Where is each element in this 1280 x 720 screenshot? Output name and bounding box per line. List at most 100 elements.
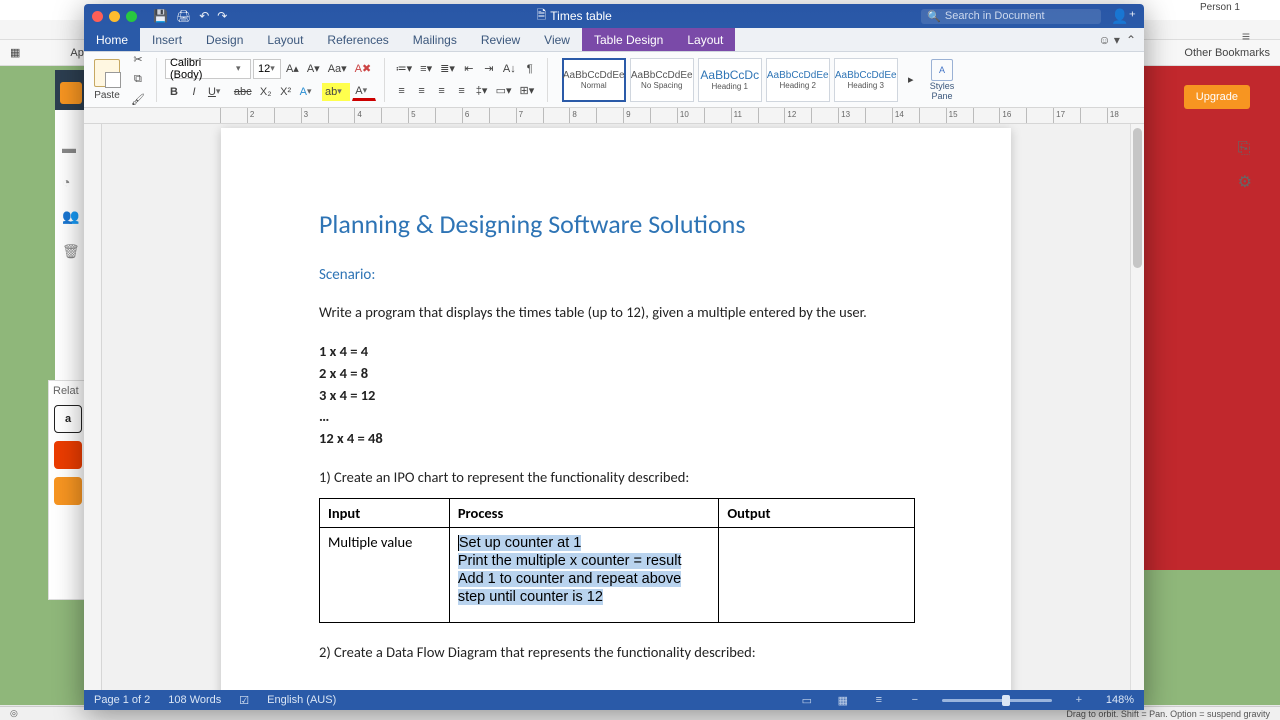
tab-layout[interactable]: Layout	[255, 28, 315, 51]
bold-icon[interactable]: B	[165, 83, 183, 101]
zoom-level[interactable]: 148%	[1106, 694, 1134, 706]
decrease-indent-icon[interactable]: ⇤	[460, 60, 478, 78]
tab-view[interactable]: View	[532, 28, 582, 51]
shrink-font-icon[interactable]: A▾	[304, 60, 323, 78]
align-left-icon[interactable]: ≡	[393, 82, 411, 100]
justify-icon[interactable]: ≡	[453, 82, 471, 100]
question-1: 1) Create an IPO chart to represent the …	[319, 468, 913, 486]
window-close[interactable]	[92, 11, 103, 22]
italic-icon[interactable]: I	[185, 83, 203, 101]
sidebar-people-icon[interactable]: 👥	[62, 208, 80, 225]
sidebar-block-icon[interactable]: ▬	[62, 140, 80, 156]
vertical-scrollbar[interactable]	[1130, 124, 1144, 690]
window-zoom[interactable]	[126, 11, 137, 22]
search-box[interactable]: 🔍 Search in Document	[921, 9, 1101, 24]
qat-redo-icon[interactable]: ↷	[217, 9, 227, 23]
increase-indent-icon[interactable]: ⇥	[480, 60, 498, 78]
panel-expand-icon[interactable]: ⎘	[1238, 140, 1252, 158]
style-heading-1[interactable]: AaBbCcDcHeading 1	[698, 58, 762, 102]
zoom-slider[interactable]	[942, 699, 1052, 702]
format-painter-icon[interactable]: 🖌	[128, 91, 148, 109]
ruler-mark	[973, 108, 1000, 123]
qat-print-icon[interactable]: 🖨	[176, 9, 191, 23]
style-heading-3[interactable]: AaBbCcDdEeHeading 3	[834, 58, 898, 102]
tab-review[interactable]: Review	[469, 28, 532, 51]
font-color-icon[interactable]: A▾	[352, 83, 375, 101]
highlight-icon[interactable]: ab▾	[322, 83, 350, 101]
sidebar-clock-icon[interactable]: ◔	[62, 174, 80, 190]
panel-settings-icon[interactable]: ⚙	[1238, 172, 1252, 192]
zoom-in-icon[interactable]: +	[1070, 693, 1088, 707]
underline-icon[interactable]: U▾	[205, 83, 229, 101]
upgrade-button[interactable]: Upgrade	[1184, 85, 1250, 109]
subscript-icon[interactable]: X₂	[257, 83, 275, 101]
tab-mailings[interactable]: Mailings	[401, 28, 469, 51]
bookmarks-apps-icon[interactable]: ▦	[10, 46, 20, 59]
cell-output[interactable]	[719, 527, 915, 622]
numbering-icon[interactable]: ≡▾	[417, 60, 435, 78]
font-name-select[interactable]: Calibri (Body)▾	[165, 59, 251, 79]
cell-process[interactable]: Set up counter at 1 Print the multiple x…	[449, 527, 718, 622]
cut-icon[interactable]: ✂	[128, 51, 148, 69]
account-icon[interactable]: ☺ ▾	[1098, 33, 1120, 47]
status-spellcheck-icon[interactable]: ☑	[239, 694, 249, 707]
collapse-ribbon-icon[interactable]: ⌃	[1126, 33, 1136, 47]
tab-insert[interactable]: Insert	[140, 28, 194, 51]
bookmark-ap[interactable]: Ap	[70, 47, 83, 59]
other-bookmarks[interactable]: Other Bookmarks	[1184, 47, 1270, 59]
strikethrough-icon[interactable]: abc	[231, 83, 255, 101]
status-bar: Page 1 of 2 108 Words ☑ English (AUS) ▭ …	[84, 690, 1144, 710]
tab-references[interactable]: References	[315, 28, 400, 51]
share-icon[interactable]: 👤⁺	[1111, 8, 1136, 25]
tab-design[interactable]: Design	[194, 28, 255, 51]
copy-icon[interactable]: ⧉	[128, 71, 148, 89]
vertical-ruler[interactable]	[84, 124, 102, 690]
cell-input[interactable]: Multiple value	[320, 527, 450, 622]
status-words[interactable]: 108 Words	[168, 694, 221, 706]
change-case-icon[interactable]: Aa▾	[325, 60, 350, 78]
browser-profile[interactable]: Person 1	[1200, 2, 1240, 13]
multilevel-icon[interactable]: ≣▾	[437, 60, 458, 78]
style-heading-2[interactable]: AaBbCcDdEeHeading 2	[766, 58, 830, 102]
align-right-icon[interactable]: ≡	[433, 82, 451, 100]
th-input: Input	[320, 498, 450, 527]
scrollbar-thumb[interactable]	[1133, 128, 1142, 268]
paste-icon[interactable]	[94, 59, 120, 87]
tab-home[interactable]: Home	[84, 28, 140, 51]
view-focus-icon[interactable]: ▭	[798, 693, 816, 707]
show-marks-icon[interactable]: ¶	[521, 60, 539, 78]
aws-icon[interactable]	[54, 477, 82, 505]
line-spacing-icon[interactable]: ‡▾	[473, 82, 491, 100]
text-effects-icon[interactable]: A▾	[297, 83, 320, 101]
horizontal-ruler[interactable]: 23456789101112131415161718	[84, 108, 1144, 124]
window-minimize[interactable]	[109, 11, 120, 22]
ipo-table[interactable]: Input Process Output Multiple value Set …	[319, 498, 915, 623]
superscript-icon[interactable]: X²	[277, 83, 295, 101]
borders-icon[interactable]: ⊞▾	[517, 82, 538, 100]
qat-undo-icon[interactable]: ↶	[199, 9, 209, 23]
document-area[interactable]: Planning & Designing Software Solutions …	[102, 124, 1130, 690]
zoom-out-icon[interactable]: −	[906, 693, 924, 707]
view-web-icon[interactable]: ≡	[870, 693, 888, 707]
view-print-icon[interactable]: ▦	[834, 693, 852, 707]
shading-icon[interactable]: ▭▾	[493, 82, 515, 100]
style-normal[interactable]: AaBbCcDdEeNormal	[562, 58, 626, 102]
tab-table-design[interactable]: Table Design	[582, 28, 675, 51]
grow-font-icon[interactable]: A▴	[283, 60, 302, 78]
align-center-icon[interactable]: ≡	[413, 82, 431, 100]
font-size-select[interactable]: 12▾	[253, 59, 281, 79]
styles-pane-button[interactable]: A Styles Pane	[924, 59, 961, 101]
sort-icon[interactable]: A↓	[500, 60, 519, 78]
qat-save-icon[interactable]: 💾	[153, 9, 168, 23]
clear-formatting-icon[interactable]: A✖	[352, 60, 375, 78]
ruler-mark	[758, 108, 785, 123]
office-icon[interactable]	[54, 441, 82, 469]
amazon-icon[interactable]: a	[54, 405, 82, 433]
sidebar-trash-icon[interactable]: 🗑	[62, 243, 80, 260]
bullets-icon[interactable]: ≔▾	[393, 60, 416, 78]
styles-more-icon[interactable]: ▸	[902, 58, 920, 102]
status-language[interactable]: English (AUS)	[267, 694, 336, 706]
tab-table-layout[interactable]: Layout	[675, 28, 735, 51]
status-page[interactable]: Page 1 of 2	[94, 694, 150, 706]
style-no-spacing[interactable]: AaBbCcDdEeNo Spacing	[630, 58, 694, 102]
